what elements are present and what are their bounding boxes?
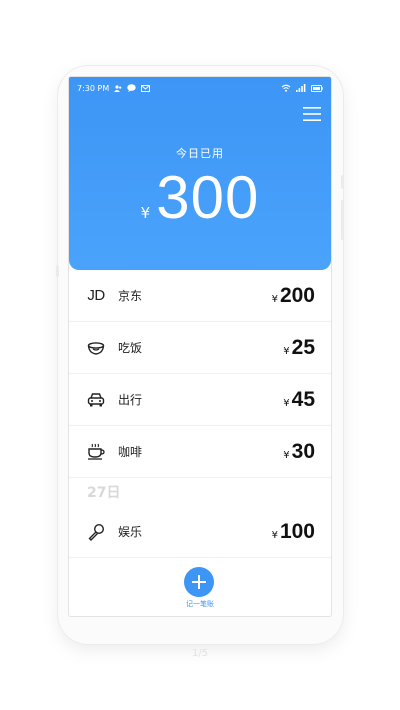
plus-icon — [192, 575, 206, 589]
contacts-icon — [114, 84, 122, 92]
expense-category-label: 咖啡 — [118, 445, 143, 459]
date-separator: 27日 — [87, 485, 121, 501]
today-spent-label: 今日已用 — [176, 147, 224, 160]
expense-amount: ¥30 — [283, 439, 315, 463]
expense-amount: ¥200 — [271, 283, 315, 307]
rice-bowl-icon — [86, 338, 106, 358]
mail-icon — [141, 84, 151, 92]
jd-logo-icon: JD — [87, 287, 105, 304]
chat-bubble-icon — [127, 84, 136, 92]
battery-icon — [311, 84, 323, 92]
today-summary-header: 7:30 PM 今日已用 ¥ 300 — [69, 77, 331, 270]
coffee-cup-icon — [86, 442, 106, 462]
expense-row-coffee[interactable]: 咖啡 ¥30 — [69, 426, 331, 478]
today-total: ¥ 300 — [69, 163, 331, 232]
status-bar: 7:30 PM — [69, 77, 331, 99]
phone-side-button — [341, 200, 344, 240]
expense-row-transport[interactable]: 出行 ¥45 — [69, 374, 331, 426]
expense-amount: ¥25 — [283, 335, 315, 359]
car-icon — [86, 390, 106, 410]
expense-category-label: 吃饭 — [118, 341, 143, 355]
wifi-icon — [281, 84, 291, 92]
expense-amount: ¥45 — [283, 387, 315, 411]
expense-category-label: 京东 — [118, 289, 143, 303]
expense-list: JD 京东 ¥200 吃饭 ¥25 出行 ¥45 咖啡 ¥ 30 27日 娱乐 … — [69, 270, 331, 558]
expense-category-label: 娱乐 — [118, 525, 143, 539]
app-screen: 7:30 PM 今日已用 ¥ 300 JD 京东 ¥ 200 吃饭 ¥ 25 出… — [69, 77, 331, 616]
microphone-icon — [86, 522, 106, 542]
add-expense-button[interactable] — [184, 567, 214, 597]
expense-row-food[interactable]: 吃饭 ¥25 — [69, 322, 331, 374]
expense-amount: ¥100 — [271, 519, 315, 543]
phone-side-button — [56, 265, 59, 277]
expense-row-jd[interactable]: JD 京东 ¥200 — [69, 270, 331, 322]
today-total-amount: 300 — [156, 164, 260, 231]
expense-row-entertainment[interactable]: 娱乐 ¥100 — [69, 506, 331, 558]
page-indicator: 1/5 — [191, 648, 209, 659]
currency-symbol: ¥ — [140, 204, 151, 222]
status-time: 7:30 PM — [77, 83, 110, 93]
phone-side-button — [341, 175, 344, 189]
add-expense-label: 记一笔账 — [186, 600, 214, 608]
expense-category-label: 出行 — [118, 393, 143, 407]
menu-icon[interactable] — [303, 106, 321, 122]
signal-icon — [296, 84, 306, 92]
